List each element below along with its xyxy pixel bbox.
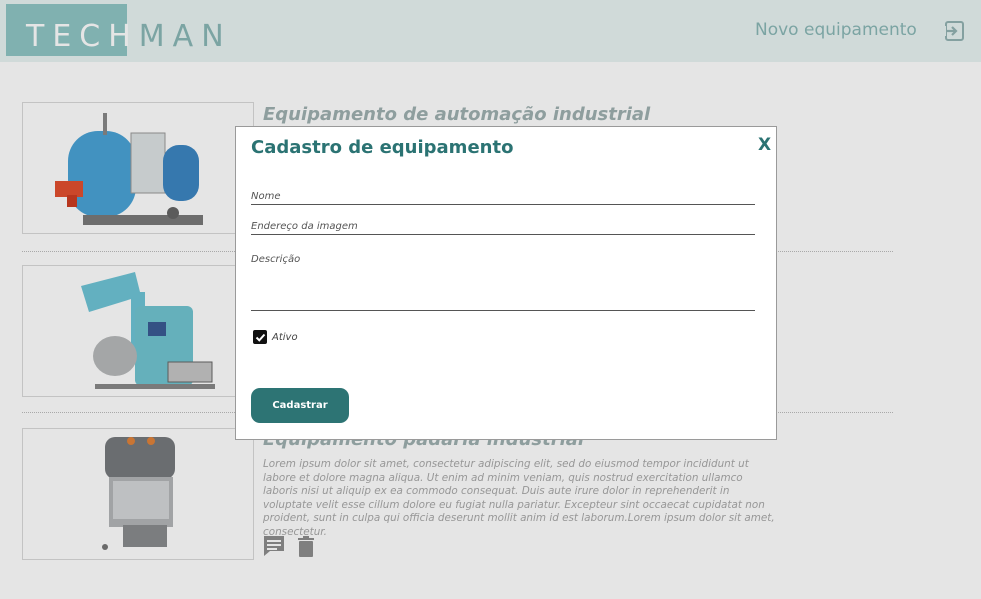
active-checkbox-row: Ativo (253, 330, 298, 344)
modal-title: Cadastro de equipamento (251, 137, 514, 158)
close-button[interactable]: X (758, 135, 771, 155)
checkmark-icon (255, 333, 265, 342)
active-label: Ativo (272, 331, 298, 343)
active-checkbox[interactable] (253, 330, 267, 344)
name-input[interactable] (251, 191, 755, 205)
image-url-input[interactable] (251, 221, 755, 235)
description-textarea[interactable] (251, 253, 755, 311)
submit-button[interactable]: Cadastrar (251, 388, 349, 423)
equipment-registration-modal: Cadastro de equipamento X Ativo Cadastra… (235, 126, 777, 440)
